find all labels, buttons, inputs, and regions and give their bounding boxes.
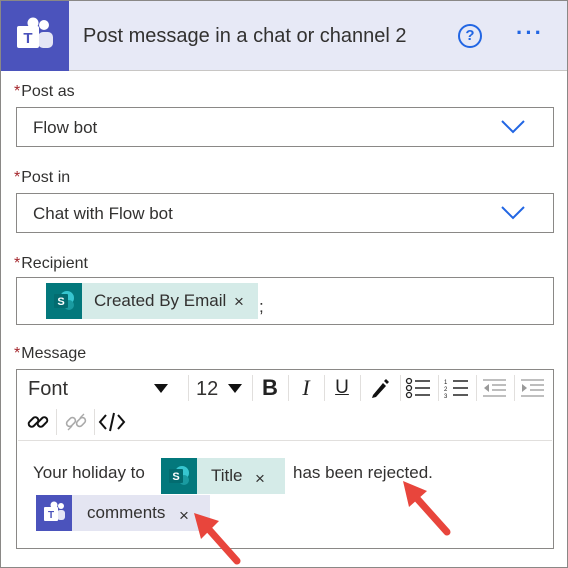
more-options-icon[interactable]: ··· [516, 22, 550, 47]
sharepoint-icon: S [161, 458, 197, 494]
required-marker: * [14, 169, 21, 186]
unlink-icon[interactable] [62, 408, 90, 436]
sharepoint-icon: S [46, 283, 82, 319]
font-size-value: 12 [196, 378, 219, 400]
toolbar-divider [188, 375, 189, 401]
chevron-down-icon [501, 120, 525, 134]
font-dropdown[interactable]: Font [18, 373, 186, 403]
toolbar-divider [324, 375, 325, 401]
svg-text:T: T [23, 30, 32, 47]
post-in-dropdown[interactable]: Chat with Flow bot [16, 193, 554, 233]
toolbar-divider [438, 375, 439, 401]
caret-down-icon [228, 384, 242, 393]
teams-icon: T [36, 495, 72, 531]
chevron-down-icon [501, 206, 525, 220]
comments-token[interactable]: T comments × [36, 495, 210, 531]
toolbar-divider [252, 375, 253, 401]
help-icon[interactable]: ? [458, 24, 482, 48]
message-editor[interactable]: Font 12 B I U 123 Your holiday to S Titl… [16, 369, 554, 549]
increase-indent-icon[interactable] [518, 374, 546, 402]
svg-text:2: 2 [444, 387, 448, 393]
toolbar-divider [476, 375, 477, 401]
remove-token-icon[interactable]: × [179, 506, 189, 526]
recipient-label: *Recipient [14, 255, 88, 272]
required-marker: * [14, 255, 21, 272]
svg-text:S: S [57, 296, 64, 308]
required-marker: * [14, 345, 21, 362]
recipient-separator: ; [259, 297, 264, 316]
message-text-before: Your holiday to [33, 463, 145, 482]
highlight-pen-icon[interactable] [366, 374, 394, 402]
remove-token-icon[interactable]: × [234, 292, 244, 312]
svg-text:T: T [48, 510, 54, 521]
font-value: Font [28, 378, 69, 400]
toolbar-divider [56, 409, 57, 435]
code-view-icon[interactable] [98, 408, 126, 436]
bulleted-list-icon[interactable] [404, 374, 432, 402]
remove-token-icon[interactable]: × [255, 469, 265, 489]
token-label: Created By Email [94, 291, 227, 310]
post-in-value: Chat with Flow bot [33, 204, 173, 223]
bold-button[interactable]: B [256, 374, 284, 402]
action-card: T Post message in a chat or channel 2 ? … [0, 0, 568, 568]
created-by-email-token[interactable]: S Created By Email × [46, 283, 258, 319]
post-in-label: *Post in [14, 169, 71, 186]
token-label: comments [87, 503, 166, 522]
decrease-indent-icon[interactable] [480, 374, 508, 402]
required-marker: * [14, 83, 21, 100]
svg-text:1: 1 [444, 380, 448, 386]
token-label: Title [211, 466, 243, 485]
recipient-field[interactable]: S Created By Email × [16, 277, 554, 325]
annotation-arrow-icon [403, 481, 451, 536]
teams-icon: T [1, 1, 69, 71]
caret-down-icon [154, 384, 168, 393]
toolbar-divider [94, 409, 95, 435]
underline-button[interactable]: U [328, 374, 356, 402]
message-label: *Message [14, 345, 87, 362]
link-icon[interactable] [24, 408, 52, 436]
action-title: Post message in a chat or channel 2 [83, 25, 407, 47]
italic-button[interactable]: I [292, 374, 320, 402]
rich-text-toolbar: Font 12 B I U 123 [18, 371, 552, 441]
post-as-dropdown[interactable]: Flow bot [16, 107, 554, 147]
title-token[interactable]: S Title × [161, 458, 285, 494]
toolbar-divider [400, 375, 401, 401]
toolbar-divider [360, 375, 361, 401]
annotation-arrow-icon [194, 513, 241, 565]
post-as-label: *Post as [14, 83, 75, 100]
action-header[interactable]: T Post message in a chat or channel 2 ? … [1, 1, 567, 71]
toolbar-divider [288, 375, 289, 401]
toolbar-divider [514, 375, 515, 401]
svg-text:S: S [172, 471, 179, 483]
numbered-list-icon[interactable]: 123 [442, 374, 470, 402]
post-as-value: Flow bot [33, 118, 98, 137]
svg-text:3: 3 [444, 394, 448, 399]
